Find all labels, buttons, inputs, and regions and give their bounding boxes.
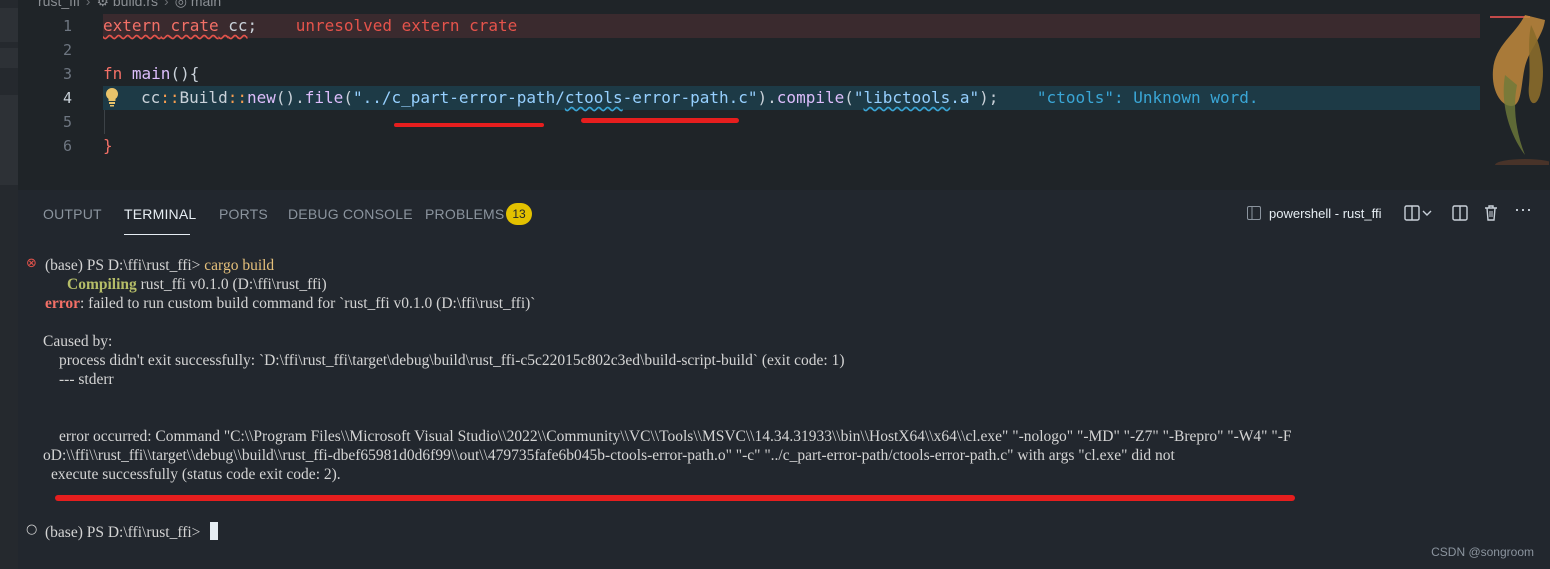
line-number: 5 [62, 113, 72, 131]
terminal-line: Compiling rust_ffi v0.1.0 (D:\ffi\rust_f… [67, 275, 327, 294]
error-label: error [45, 295, 80, 312]
breadcrumb-file[interactable]: build.rs [113, 0, 158, 9]
terminal-line: Caused by: [43, 333, 113, 350]
annotation-underline [581, 118, 739, 123]
line-number: 6 [62, 137, 72, 155]
plant-decoration-icon [1492, 15, 1549, 165]
command-failed-icon: ⊗ [26, 256, 37, 271]
punctuation: (){ [170, 64, 200, 83]
terminal-line: error occurred: Command "C:\\Program Fil… [59, 428, 1292, 445]
method-name: compile [776, 88, 845, 107]
terminal-line: oD:\\ffi\\rust_ffi\\target\\debug\\build… [43, 447, 1175, 464]
terminal-cursor [210, 522, 219, 540]
line-number: 2 [62, 41, 72, 59]
chevron-right-icon: › [164, 0, 169, 9]
terminal-line: (base) PS D:\ffi\rust_ffi> cargo build [45, 256, 274, 275]
method-name: file [304, 88, 344, 107]
terminal-line: process didn't exit successfully: `D:\ff… [59, 352, 845, 369]
code-line: } [103, 134, 113, 158]
inline-error-message: unresolved extern crate [295, 16, 518, 35]
line-number: 1 [62, 17, 72, 35]
breadcrumb-symbol[interactable]: main [191, 0, 221, 9]
minimap[interactable] [1480, 10, 1550, 190]
punctuation: ). [757, 88, 777, 107]
activity-bar-block [0, 8, 18, 42]
breadcrumb-folder[interactable]: rust_ffi [38, 0, 80, 9]
activity-bar-block [0, 95, 18, 185]
keyword: fn [103, 64, 123, 83]
lightbulb-icon[interactable] [104, 87, 124, 109]
code-line: extern crate cc; unresolved extern crate [103, 14, 517, 38]
code-line: fn main(){ [103, 62, 199, 86]
string-literal: ctools [564, 88, 623, 107]
breadcrumb: rust_ffi › ⚙ build.rs › ◎ main [18, 0, 1478, 10]
code-editor[interactable]: 1 2 3 4 5 6 extern crate cc; unresolved … [18, 10, 1480, 190]
string-literal: "../c_part-error-path/ [352, 88, 565, 107]
terminal-line: execute successfully (status code exit c… [51, 466, 341, 483]
punctuation: (). [275, 88, 305, 107]
function-name: main [131, 64, 171, 83]
bottom-panel: OUTPUT TERMINAL PORTS DEBUG CONSOLE PROB… [18, 190, 1550, 569]
string-literal: " [853, 88, 864, 107]
keyword: extern [103, 16, 161, 35]
chevron-right-icon: › [85, 0, 91, 9]
compiling-text: rust_ffi v0.1.0 (D:\ffi\rust_ffi) [136, 276, 327, 293]
annotation-underline [55, 495, 1295, 501]
activity-bar-edge [0, 0, 18, 569]
path-separator: :: [160, 88, 180, 107]
method-name: new [246, 88, 276, 107]
annotation-underline [394, 123, 544, 127]
string-literal: .a" [950, 88, 980, 107]
terminal-line: (base) PS D:\ffi\rust_ffi> [45, 522, 219, 541]
keyword: crate [170, 16, 219, 35]
string-literal: -error-path.c" [622, 88, 758, 107]
terminal-line: --- stderr [59, 371, 114, 388]
activity-bar-block [0, 48, 18, 68]
terminal-prompt: (base) PS D:\ffi\rust_ffi> [45, 257, 205, 274]
closing-brace: } [103, 136, 113, 155]
command-pending-icon: ○ [26, 522, 38, 537]
identifier: Build [179, 88, 228, 107]
semicolon: ; [247, 16, 258, 35]
identifier: cc [141, 88, 161, 107]
terminal-output[interactable]: ⊗ (base) PS D:\ffi\rust_ffi> cargo build… [18, 190, 1550, 569]
inline-spelling-message: "ctools": Unknown word. [1036, 88, 1259, 107]
error-text: : failed to run custom build command for… [80, 295, 536, 312]
crate-name: cc [228, 16, 248, 35]
punctuation: ( [343, 88, 353, 107]
line-number: 4 [62, 89, 72, 107]
function-icon: ◎ [174, 0, 187, 9]
compiling-label: Compiling [67, 276, 137, 293]
indent-guide [104, 110, 105, 134]
terminal-line: error: failed to run custom build comman… [45, 294, 535, 313]
string-literal: libctools [863, 88, 951, 107]
line-number: 3 [62, 65, 72, 83]
punctuation: ); [979, 88, 999, 107]
rust-file-icon: ⚙ [96, 0, 109, 9]
path-separator: :: [227, 88, 247, 107]
terminal-prompt: (base) PS D:\ffi\rust_ffi> [45, 524, 205, 541]
terminal-command: cargo build [204, 257, 275, 274]
punctuation: ( [844, 88, 854, 107]
watermark: CSDN @songroom [1431, 545, 1534, 559]
code-line: cc::Build::new().file("../c_part-error-p… [141, 86, 1258, 110]
